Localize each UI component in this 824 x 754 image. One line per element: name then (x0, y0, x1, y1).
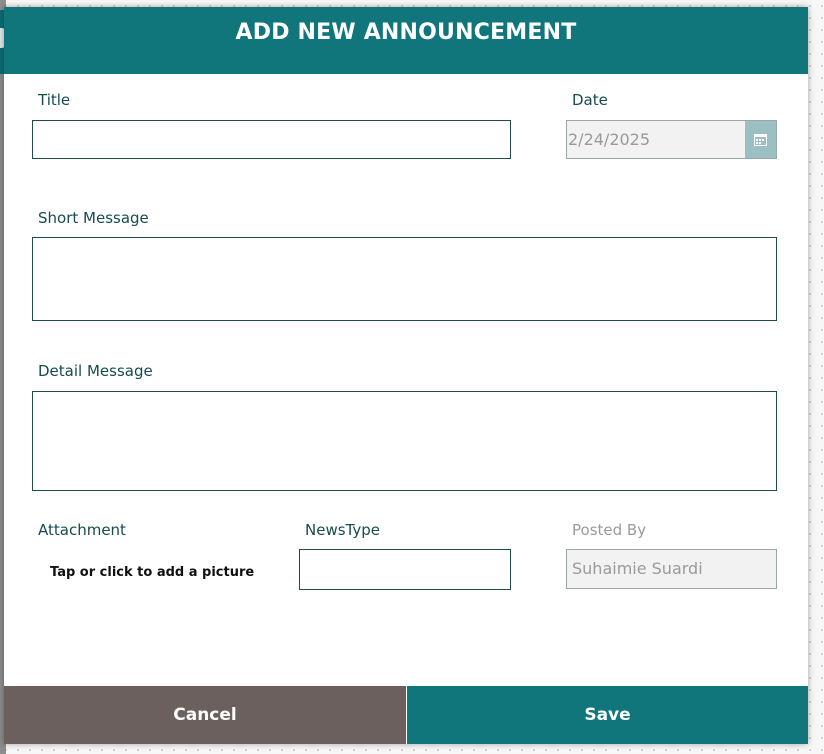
cancel-button[interactable]: Cancel (4, 686, 406, 744)
date-picker-button[interactable] (745, 121, 776, 158)
calendar-icon (754, 133, 767, 146)
detail-message-label: Detail Message (38, 362, 153, 380)
date-value: 2/24/2025 (568, 130, 651, 149)
dialog-title: ADD NEW ANNOUNCEMENT (235, 20, 577, 45)
title-label: Title (38, 91, 71, 109)
newstype-input[interactable] (299, 549, 511, 590)
title-input[interactable] (32, 120, 511, 159)
save-button[interactable]: Save (407, 686, 808, 744)
posted-by-value: Suhaimie Suardi (572, 559, 703, 578)
announcement-dialog: ADD NEW ANNOUNCEMENT Title Date 2/24/202… (4, 7, 808, 744)
date-label: Date (572, 91, 608, 109)
newstype-label: NewsType (305, 521, 380, 539)
short-message-input[interactable] (32, 237, 777, 321)
add-picture-button[interactable]: Tap or click to add a picture (50, 565, 254, 580)
detail-message-input[interactable] (32, 391, 777, 491)
dialog-header: ADD NEW ANNOUNCEMENT (4, 7, 808, 74)
posted-by-label: Posted By (572, 521, 647, 539)
attachment-label: Attachment (38, 521, 126, 539)
posted-by-field: Suhaimie Suardi (566, 549, 777, 589)
date-picker[interactable]: 2/24/2025 (566, 120, 777, 159)
short-message-label: Short Message (38, 209, 149, 227)
